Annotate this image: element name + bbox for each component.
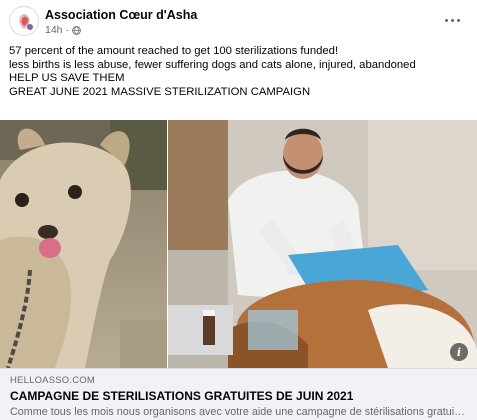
meta-separator: · [65, 24, 70, 36]
page-name-link[interactable]: Association Cœur d'Asha [45, 8, 197, 22]
globe-icon [72, 25, 81, 35]
link-domain: HELLOASSO.COM [10, 375, 95, 386]
page-avatar[interactable] [9, 6, 39, 36]
post-text-line: HELP US SAVE THEM [9, 72, 125, 85]
info-icon[interactable]: i [450, 343, 468, 361]
link-title[interactable]: CAMPAGNE DE STERILISATIONS GRATUITES DE … [10, 389, 353, 403]
link-description: Comme tous les mois nous organisons avec… [10, 406, 465, 418]
post-text-line: 57 percent of the amount reached to get … [9, 45, 339, 57]
post-text: 57 percent of the amount reached to get … [9, 45, 467, 99]
more-horizontal-icon [444, 18, 448, 22]
post-text-line: less births is less abuse, fewer sufferi… [9, 58, 416, 71]
facebook-post: Association Cœur d'Asha 14h · 57 percent… [0, 0, 477, 420]
more-options-button[interactable] [439, 10, 465, 30]
post-meta: 14h · [45, 24, 81, 36]
post-text-line: GREAT JUNE 2021 MASSIVE STERILIZATION CA… [9, 85, 311, 98]
link-preview-image[interactable]: i [0, 120, 477, 368]
dog-photo [0, 120, 167, 368]
post-header: Association Cœur d'Asha 14h · [9, 6, 465, 40]
veterinarian-photo [168, 120, 477, 368]
post-time[interactable]: 14h [45, 24, 63, 36]
link-preview-card[interactable]: HELLOASSO.COM CAMPAGNE DE STERILISATIONS… [0, 368, 477, 420]
